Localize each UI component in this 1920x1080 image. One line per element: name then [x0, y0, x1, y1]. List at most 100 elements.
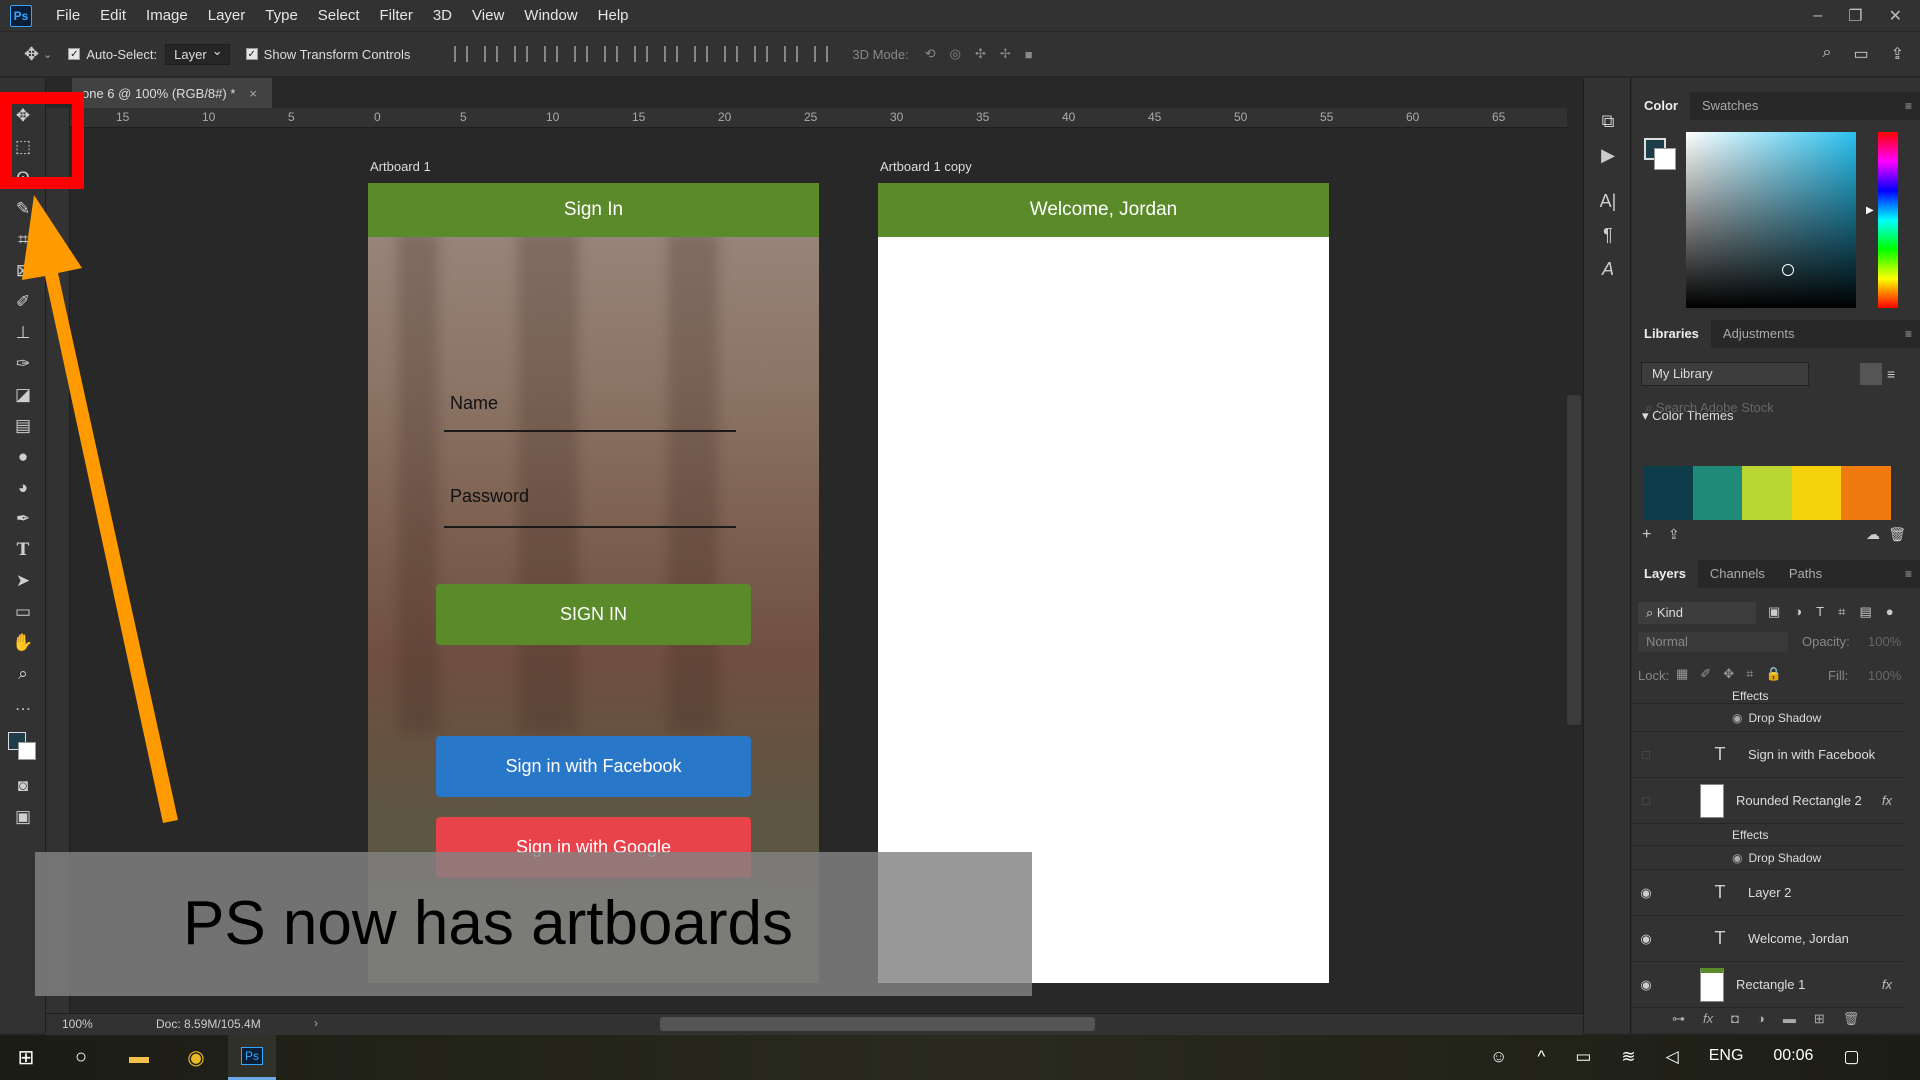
- transform-controls-checkbox[interactable]: ✓: [245, 48, 258, 60]
- theme-swatch[interactable]: [1841, 466, 1891, 520]
- filter-adjustment-icon[interactable]: ◑: [1794, 604, 1802, 620]
- theme-swatch[interactable]: [1692, 466, 1743, 520]
- theme-swatch[interactable]: [1791, 466, 1842, 520]
- align-right-icon[interactable]: [604, 46, 619, 62]
- upload-icon[interactable]: ⇪: [1668, 526, 1680, 543]
- layer-filter-kind[interactable]: ⌕ Kind: [1638, 602, 1756, 624]
- layer-effect-row[interactable]: ◉ Drop Shadow: [1632, 846, 1904, 870]
- hand-tool-icon[interactable]: ✋: [0, 627, 46, 658]
- trash-icon[interactable]: 🗑: [1888, 526, 1906, 543]
- eye-icon[interactable]: ◉: [1732, 851, 1742, 865]
- eraser-tool-icon[interactable]: ◪: [0, 379, 46, 410]
- add-theme-icon[interactable]: +: [1642, 526, 1651, 544]
- adjustment-layer-icon[interactable]: ◑: [1757, 1011, 1765, 1027]
- auto-align-icon[interactable]: [814, 46, 829, 62]
- distribute-vcenter-icon[interactable]: [664, 46, 679, 62]
- stamp-tool-icon[interactable]: ⊥: [0, 317, 46, 348]
- crop-tool-icon[interactable]: ⌗: [0, 224, 46, 255]
- camera-3d-icon[interactable]: ■: [1025, 47, 1033, 62]
- layer-row[interactable]: □ T Sign in with Facebook: [1632, 732, 1904, 778]
- filter-pixel-icon[interactable]: ▣: [1768, 604, 1780, 620]
- layer-row[interactable]: □ Rounded Rectangle 2 fx: [1632, 778, 1904, 824]
- history-icon[interactable]: ⧉: [1584, 104, 1632, 138]
- character-icon[interactable]: A|: [1584, 184, 1632, 218]
- new-layer-icon[interactable]: ⊞: [1814, 1011, 1825, 1027]
- menu-image[interactable]: Image: [136, 0, 198, 31]
- panel-menu-icon[interactable]: ≡: [1905, 99, 1912, 113]
- eye-icon[interactable]: ◉: [1632, 885, 1660, 901]
- auto-select-checkbox[interactable]: ✓: [68, 48, 81, 60]
- language-indicator[interactable]: ENG: [1709, 1047, 1744, 1067]
- people-icon[interactable]: ☺: [1490, 1047, 1507, 1067]
- fx-icon[interactable]: fx: [1882, 977, 1892, 992]
- eye-icon[interactable]: ◉: [1632, 977, 1660, 993]
- artboard2-label[interactable]: Artboard 1 copy: [880, 159, 972, 174]
- windows-start-icon[interactable]: ⊞: [2, 1035, 50, 1080]
- auto-select-dropdown[interactable]: Layer: [165, 43, 230, 65]
- orbit-3d-icon[interactable]: ⟲: [925, 46, 936, 62]
- visibility-toggle[interactable]: □: [1632, 793, 1660, 808]
- filter-type-icon[interactable]: T: [1816, 604, 1824, 620]
- align-bottom-icon[interactable]: [514, 46, 529, 62]
- type-tool-icon[interactable]: T: [0, 534, 46, 565]
- clock[interactable]: 00:06: [1773, 1047, 1813, 1067]
- layer-effect-row[interactable]: ◉ Drop Shadow: [1632, 704, 1904, 732]
- layer-effects-row[interactable]: Effects: [1632, 688, 1904, 704]
- zoom-level[interactable]: 100%: [62, 1017, 93, 1031]
- wifi-icon[interactable]: ≋: [1621, 1047, 1635, 1067]
- photoshop-taskbar-icon[interactable]: Ps: [228, 1035, 276, 1080]
- fx-menu-icon[interactable]: fx: [1703, 1011, 1713, 1027]
- color-theme-swatches[interactable]: [1643, 466, 1891, 520]
- brush-tool-icon[interactable]: ✐: [0, 286, 46, 317]
- lock-all-icon[interactable]: 🔒: [1765, 666, 1781, 682]
- pan-3d-icon[interactable]: ✣: [975, 46, 986, 62]
- lock-paint-icon[interactable]: ✐: [1700, 666, 1711, 682]
- pen-tool-icon[interactable]: ✒: [0, 503, 46, 534]
- blur-tool-icon[interactable]: ●: [0, 441, 46, 472]
- roll-3d-icon[interactable]: ◎: [950, 46, 961, 62]
- menu-type[interactable]: Type: [255, 0, 308, 31]
- color-picker-cursor[interactable]: [1782, 264, 1794, 276]
- password-field-underline[interactable]: [444, 526, 736, 528]
- slide-3d-icon[interactable]: ✢: [1000, 46, 1011, 62]
- library-select[interactable]: My Library: [1641, 362, 1809, 386]
- facebook-signin-button[interactable]: Sign in with Facebook: [436, 736, 751, 797]
- status-expand-icon[interactable]: ›: [314, 1016, 318, 1030]
- visibility-toggle[interactable]: □: [1632, 747, 1660, 762]
- distribute-hcenter-icon[interactable]: [754, 46, 769, 62]
- doc-size-info[interactable]: Doc: 8.59M/105.4M: [156, 1017, 261, 1031]
- frame-tool-icon[interactable]: ⊠: [0, 255, 46, 286]
- tray-expand-icon[interactable]: ^: [1537, 1047, 1545, 1067]
- tab-adjustments[interactable]: Adjustments: [1711, 320, 1807, 348]
- horizontal-scroll-thumb[interactable]: [660, 1017, 1095, 1031]
- battery-icon[interactable]: ▭: [1575, 1047, 1591, 1067]
- filter-shape-icon[interactable]: ⌗: [1838, 604, 1845, 620]
- list-view-icon[interactable]: ≡: [1887, 366, 1895, 382]
- menu-select[interactable]: Select: [308, 0, 370, 31]
- delete-layer-icon[interactable]: 🗑: [1843, 1011, 1860, 1027]
- distribute-bottom-icon[interactable]: [694, 46, 709, 62]
- stock-search-input[interactable]: ⌕ Search Adobe Stock: [1641, 396, 1909, 420]
- align-vcenter-icon[interactable]: [484, 46, 499, 62]
- menu-view[interactable]: View: [462, 0, 514, 31]
- close-icon[interactable]: ✕: [1889, 6, 1902, 26]
- volume-icon[interactable]: ◁: [1666, 1047, 1679, 1067]
- opacity-value[interactable]: 100%: [1868, 634, 1901, 649]
- restore-icon[interactable]: ❐: [1848, 6, 1862, 26]
- layer-row[interactable]: ◉ T Welcome, Jordan: [1632, 916, 1904, 962]
- lock-pixels-icon[interactable]: ▦: [1676, 666, 1688, 682]
- zoom-tool-icon[interactable]: ⌕: [0, 658, 46, 689]
- menu-3d[interactable]: 3D: [423, 0, 462, 31]
- filter-toggle-icon[interactable]: ●: [1886, 604, 1894, 620]
- color-swatches[interactable]: [0, 720, 45, 770]
- blend-mode-select[interactable]: Normal: [1638, 632, 1788, 652]
- menu-layer[interactable]: Layer: [198, 0, 256, 31]
- more-tools-icon[interactable]: …: [0, 689, 46, 720]
- panel-menu-icon[interactable]: ≡: [1905, 327, 1912, 341]
- hue-pointer-icon[interactable]: ▶: [1866, 205, 1874, 216]
- shape-tool-icon[interactable]: ▭: [0, 596, 46, 627]
- eye-icon[interactable]: ◉: [1732, 711, 1742, 725]
- share-icon[interactable]: ⇪: [1891, 44, 1904, 64]
- align-hcenter-icon[interactable]: [574, 46, 589, 62]
- align-left-icon[interactable]: [544, 46, 559, 62]
